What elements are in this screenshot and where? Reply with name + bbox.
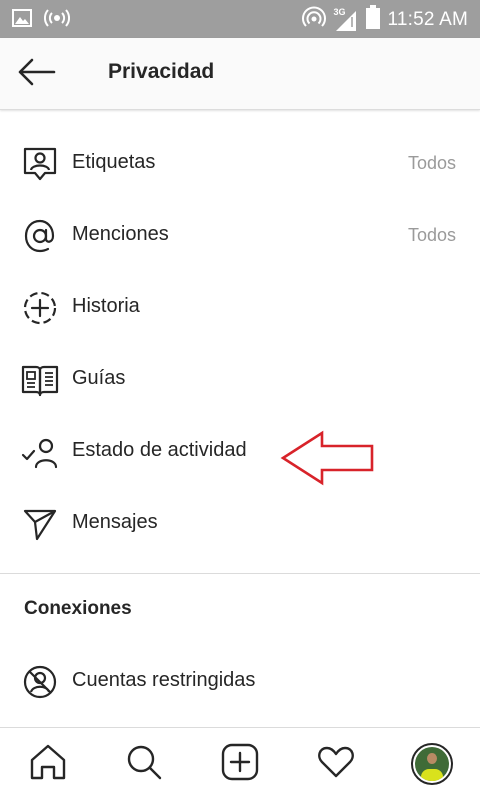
back-button[interactable] [14, 56, 58, 92]
image-icon [12, 8, 32, 33]
setting-item-historia[interactable]: Historia [0, 272, 480, 344]
setting-label: Guías [72, 367, 126, 389]
setting-item-mensajes[interactable]: Mensajes [0, 488, 480, 560]
setting-label: Etiquetas [72, 151, 156, 173]
setting-label: Mensajes [72, 511, 158, 533]
tag-person-icon [20, 146, 60, 182]
setting-value: Todos [407, 153, 456, 173]
activity-heart-icon [316, 742, 356, 787]
setting-item-guias[interactable]: Guías [0, 344, 480, 416]
setting-item-estado-de-actividad[interactable]: Estado de actividad [0, 416, 480, 488]
avatar-photo [415, 747, 449, 781]
restricted-icon [20, 664, 60, 700]
page-title: Privacidad [108, 60, 215, 83]
broadcast-icon [44, 7, 70, 34]
battery-icon [365, 5, 380, 34]
annotation-arrow [280, 430, 376, 486]
nav-profile[interactable] [410, 742, 454, 786]
status-bar: 3G 11:52 AM [0, 0, 480, 38]
home-icon [28, 742, 68, 787]
setting-label: Estado de actividad [72, 439, 247, 461]
activity-status-icon [20, 434, 60, 470]
new-post-icon [220, 742, 260, 787]
section-divider [0, 573, 480, 574]
app-bar: Privacidad [0, 38, 480, 110]
hotspot-icon [301, 5, 326, 34]
setting-value: Todos [407, 225, 456, 245]
at-sign-icon [20, 218, 60, 254]
setting-item-cuentas-restringidas[interactable]: Cuentas restringidas [0, 646, 480, 718]
nav-activity[interactable] [316, 744, 356, 784]
profile-avatar [411, 743, 453, 785]
status-left-icons [12, 7, 70, 34]
setting-item-menciones[interactable]: Menciones Todos [0, 200, 480, 272]
story-add-icon [20, 290, 60, 326]
setting-label: Cuentas restringidas [72, 669, 256, 691]
setting-item-etiquetas[interactable]: Etiquetas Todos [0, 128, 480, 200]
arrow-left-icon [16, 58, 56, 91]
nav-search[interactable] [124, 744, 164, 784]
clock: 11:52 AM [387, 8, 468, 30]
setting-label: Historia [72, 295, 140, 317]
nav-home[interactable] [28, 744, 68, 784]
status-right-icons: 3G 11:52 AM [301, 5, 468, 34]
paper-plane-icon [20, 506, 60, 542]
bottom-nav [0, 727, 480, 800]
section-title-conexiones: Conexiones [24, 598, 132, 619]
signal-icon: 3G [334, 7, 358, 33]
guide-book-icon [20, 362, 60, 398]
setting-label: Menciones [72, 223, 169, 245]
nav-new-post[interactable] [220, 742, 260, 787]
search-icon [124, 742, 164, 787]
